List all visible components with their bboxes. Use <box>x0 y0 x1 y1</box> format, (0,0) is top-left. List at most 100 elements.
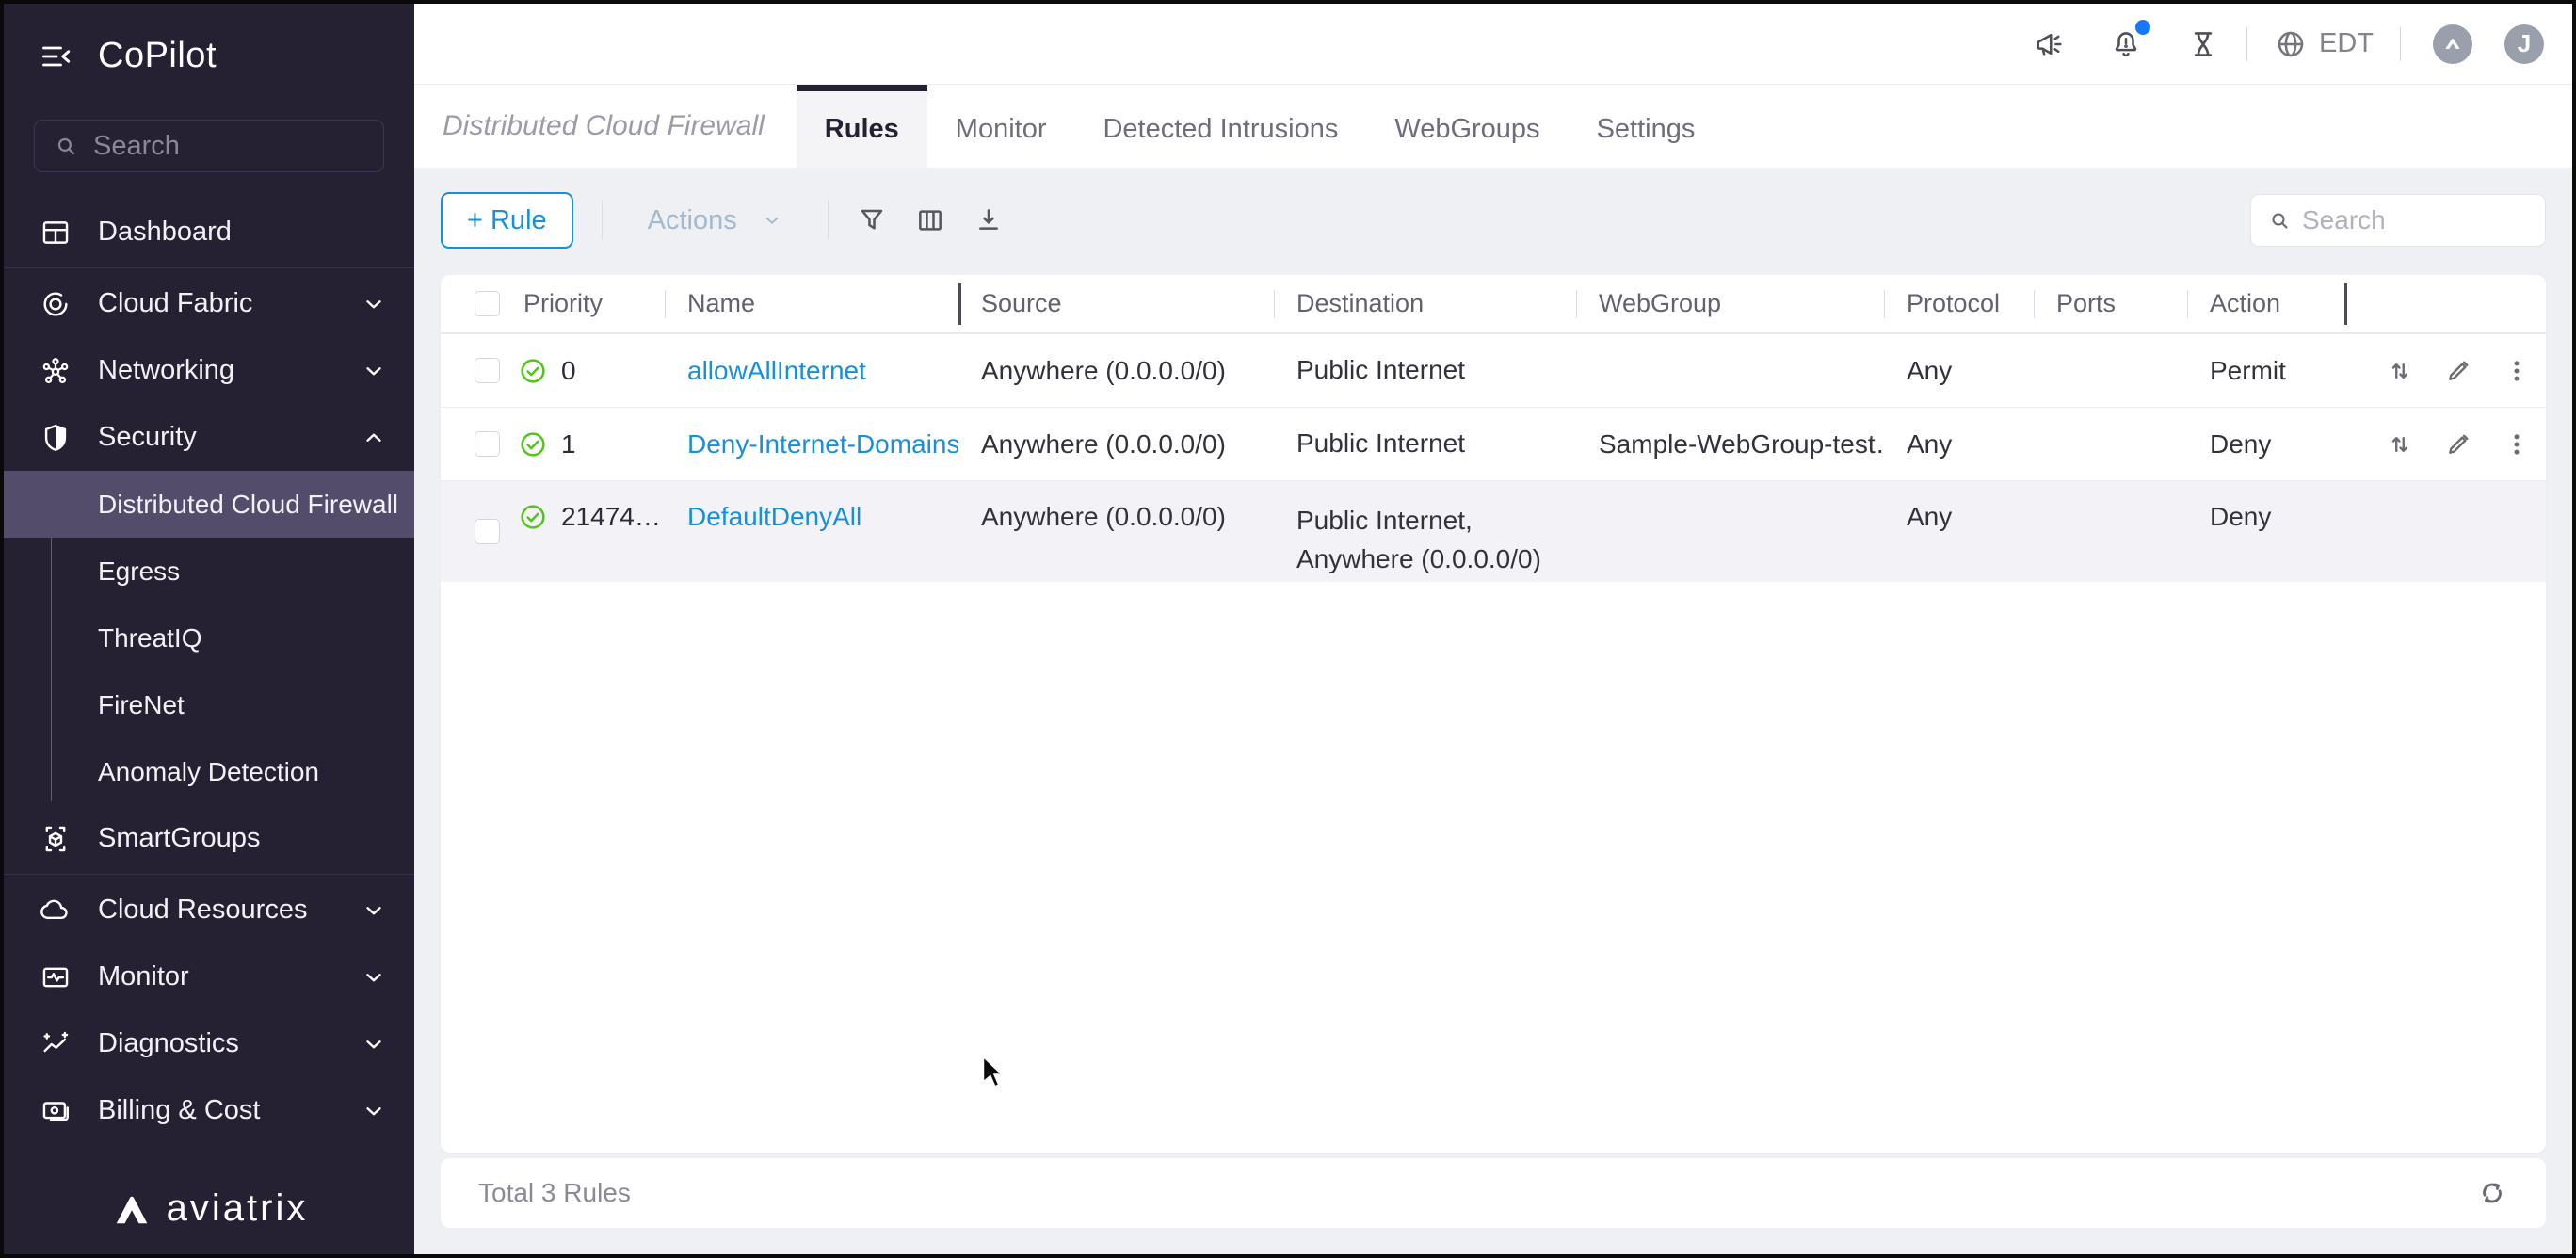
tab-webgroups[interactable]: WebGroups <box>1366 85 1568 168</box>
edit-pencil-icon[interactable] <box>2444 357 2472 385</box>
security-submenu: Distributed Cloud Firewall Egress Threat… <box>4 471 414 805</box>
rule-source: Anywhere (0.0.0.0/0) <box>981 502 1226 531</box>
sidebar-item-firenet[interactable]: FireNet <box>4 671 414 738</box>
sidebar-item-billing-cost[interactable]: Billing & Cost <box>4 1077 414 1144</box>
rule-priority: 21474… <box>561 502 661 531</box>
hourglass-icon[interactable] <box>2186 27 2220 61</box>
table-footer: Total 3 Rules <box>441 1158 2546 1228</box>
chevron-down-icon <box>765 217 779 224</box>
reorder-arrows-icon[interactable] <box>2386 430 2414 459</box>
security-shield-icon <box>40 422 92 454</box>
rule-name-link[interactable]: DefaultDenyAll <box>687 502 861 532</box>
actions-dropdown[interactable]: Actions <box>631 205 799 236</box>
rule-destination: Public Internet <box>1296 355 1465 385</box>
collapse-menu-icon[interactable] <box>40 40 73 73</box>
download-icon[interactable] <box>974 205 1004 235</box>
chevron-up-icon <box>362 426 386 450</box>
sidebar-item-distributed-cloud-firewall[interactable]: Distributed Cloud Firewall <box>4 471 414 538</box>
rule-ports <box>2034 408 2187 480</box>
search-icon <box>2268 209 2291 232</box>
billing-icon <box>40 1095 92 1127</box>
sidebar-item-label: Diagnostics <box>98 1028 239 1058</box>
sidebar-item-label: Dashboard <box>98 217 232 247</box>
rule-protocol: Any <box>1907 355 1953 385</box>
column-header-ports[interactable]: Ports <box>2034 275 2187 332</box>
columns-icon[interactable] <box>915 205 945 235</box>
row-checkbox[interactable] <box>475 431 500 457</box>
toolbar-divider <box>827 201 829 240</box>
rule-name-link[interactable]: allowAllInternet <box>687 356 866 386</box>
rule-name-link[interactable]: Deny-Internet-Domains <box>687 429 958 460</box>
edit-pencil-icon[interactable] <box>2444 430 2472 459</box>
row-checkbox[interactable] <box>475 358 500 383</box>
column-header-name[interactable]: Name <box>665 275 958 332</box>
rule-destination: Public Internet <box>1296 428 1465 459</box>
rule-priority: 0 <box>561 355 576 385</box>
refresh-icon[interactable] <box>2476 1177 2508 1209</box>
table-row[interactable]: 0 allowAllInternet Anywhere (0.0.0.0/0) … <box>441 333 2546 407</box>
more-options-icon[interactable] <box>2503 430 2531 459</box>
copilot-home-button[interactable] <box>2433 24 2472 64</box>
user-avatar[interactable]: J <box>2504 24 2544 64</box>
notifications-bell-icon[interactable] <box>2109 19 2150 61</box>
sidebar-header: CoPilot <box>4 4 414 76</box>
search-icon <box>54 134 78 158</box>
rule-protocol: Any <box>1907 502 1953 531</box>
tab-monitor[interactable]: Monitor <box>927 85 1075 168</box>
sidebar-subitem-label: Egress <box>98 556 181 586</box>
sidebar-item-cloud-resources[interactable]: Cloud Resources <box>4 877 414 944</box>
sidebar-item-egress[interactable]: Egress <box>4 538 414 605</box>
column-header-webgroup[interactable]: WebGroup <box>1576 275 1884 332</box>
toolbar-divider <box>601 201 603 240</box>
sidebar-item-threatiq[interactable]: ThreatIQ <box>4 605 414 671</box>
diagnostics-icon <box>40 1028 92 1060</box>
rule-action: Deny <box>2210 428 2272 459</box>
tab-rules[interactable]: Rules <box>796 85 927 168</box>
column-header-destination[interactable]: Destination <box>1274 275 1576 332</box>
sidebar-item-diagnostics[interactable]: Diagnostics <box>4 1010 414 1077</box>
rule-source: Anywhere (0.0.0.0/0) <box>981 428 1226 459</box>
announcements-icon[interactable] <box>2032 27 2066 61</box>
sidebar-item-monitor[interactable]: Monitor <box>4 944 414 1010</box>
rule-action: Deny <box>2210 502 2272 531</box>
sidebar-item-networking[interactable]: Networking <box>4 337 414 404</box>
smartgroups-icon <box>40 823 92 855</box>
sidebar-subitem-label: FireNet <box>98 689 185 719</box>
table-search-input[interactable] <box>2302 205 2528 235</box>
rule-protocol: Any <box>1907 428 1953 459</box>
sidebar-subitem-label: Distributed Cloud Firewall <box>98 489 399 519</box>
rule-webgroup <box>1576 481 1884 582</box>
filter-icon[interactable] <box>857 205 887 235</box>
sidebar-item-cloud-fabric[interactable]: Cloud Fabric <box>4 270 414 337</box>
column-header-source[interactable]: Source <box>958 275 1274 332</box>
sidebar-item-security[interactable]: Security <box>4 404 414 471</box>
table-row[interactable]: 21474… DefaultDenyAll Anywhere (0.0.0.0/… <box>441 480 2546 582</box>
row-checkbox[interactable] <box>475 519 500 544</box>
column-header-action[interactable]: Action <box>2187 275 2344 332</box>
reorder-arrows-icon[interactable] <box>2386 357 2414 385</box>
column-header-priority[interactable]: Priority <box>501 275 665 332</box>
add-rule-button[interactable]: + Rule <box>441 192 573 249</box>
sidebar-item-label: Cloud Fabric <box>98 288 253 318</box>
sidebar-item-smartgroups[interactable]: SmartGroups <box>4 805 414 872</box>
sidebar-item-label: Cloud Resources <box>98 895 308 925</box>
column-header-protocol[interactable]: Protocol <box>1884 275 2034 332</box>
tab-settings[interactable]: Settings <box>1569 85 1724 168</box>
tab-bar: Distributed Cloud Firewall Rules Monitor… <box>414 85 2572 168</box>
table-search[interactable] <box>2250 194 2546 247</box>
monitor-icon <box>40 961 92 993</box>
sidebar-item-anomaly-detection[interactable]: Anomaly Detection <box>4 738 414 805</box>
sidebar-search-input[interactable] <box>93 130 364 162</box>
rule-ports <box>2034 481 2187 582</box>
select-all-checkbox[interactable] <box>475 291 500 316</box>
sidebar-search[interactable] <box>34 120 384 172</box>
table-row[interactable]: 1 Deny-Internet-Domains Anywhere (0.0.0.… <box>441 407 2546 480</box>
chevron-down-icon <box>362 965 386 990</box>
app-window: CoPilot Dashboard <box>0 0 2576 1258</box>
timezone-selector[interactable]: EDT <box>2274 27 2374 61</box>
tab-detected-intrusions[interactable]: Detected Intrusions <box>1074 85 1366 168</box>
more-options-icon[interactable] <box>2503 357 2531 385</box>
sidebar-item-dashboard[interactable]: Dashboard <box>4 199 414 266</box>
sidebar-divider <box>4 874 414 875</box>
topbar-divider <box>2246 26 2247 61</box>
